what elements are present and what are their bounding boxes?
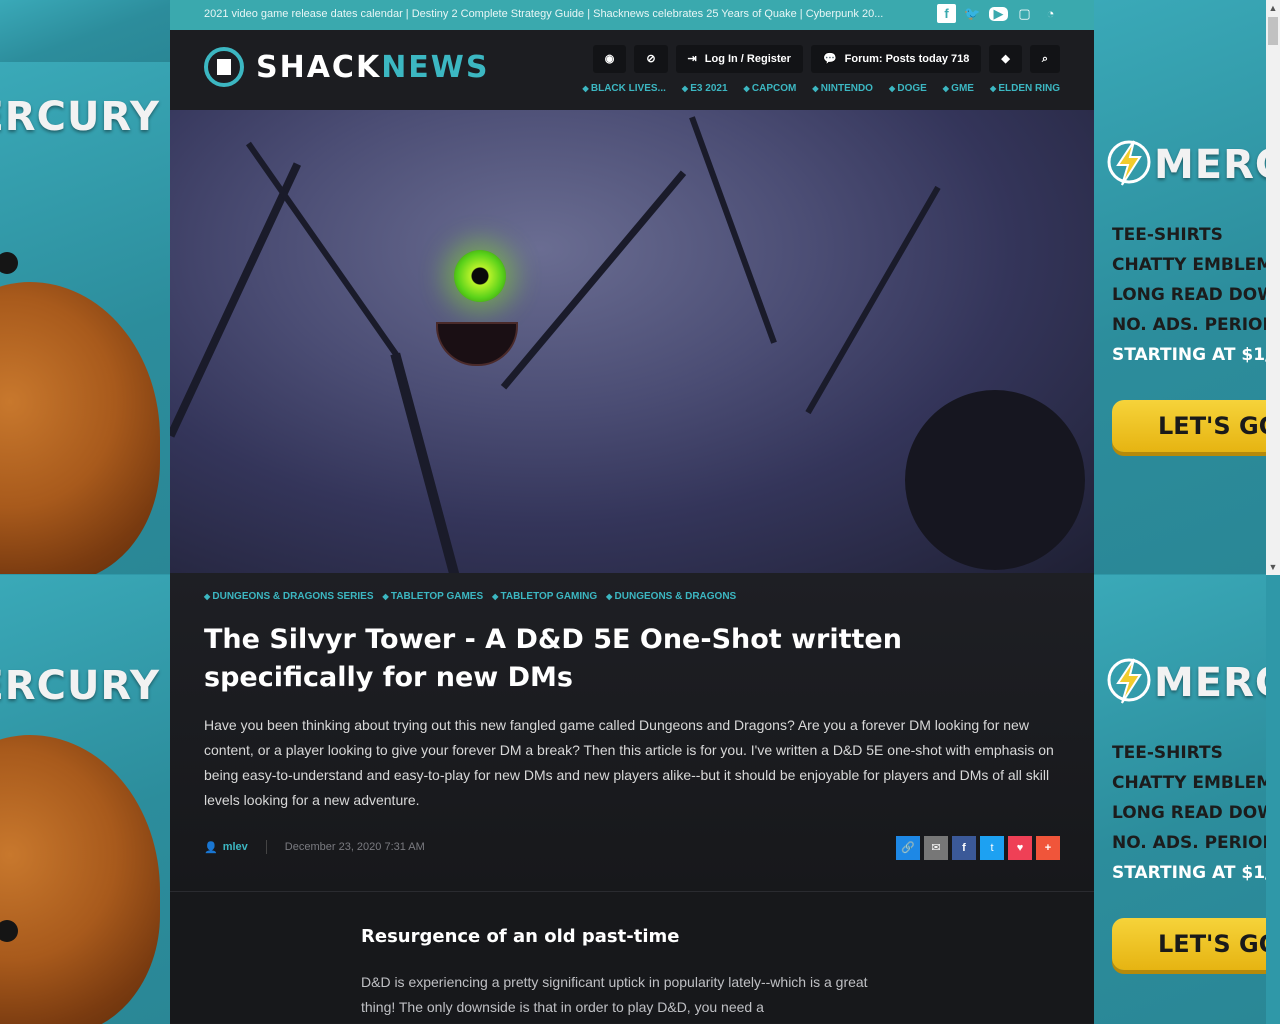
theme-toggle-button[interactable]: ⊘ <box>634 45 668 73</box>
eye-toggle-button[interactable]: ◉ <box>592 45 627 73</box>
site-header: SHACKNEWS ◉ ⊘ ⇥ Log In / Register 💬 Forum:… <box>170 30 1094 110</box>
silhouette <box>905 390 1085 570</box>
article-tags: DUNGEONS & DRAGONS SERIES TABLETOP GAMES… <box>204 591 736 602</box>
hot-topic-link[interactable]: CAPCOM <box>744 83 796 94</box>
search-button[interactable]: ⌕ <box>1029 45 1060 73</box>
scroll-down-arrow[interactable]: ▼ <box>1266 559 1280 575</box>
article-tag[interactable]: TABLETOP GAMING <box>492 591 598 602</box>
article-lead: Have you been thinking about trying out … <box>204 717 1054 808</box>
chat-icon: 💬 <box>822 53 837 65</box>
eye-icon: ◉ <box>604 53 615 65</box>
monster-eye <box>454 250 506 302</box>
left-ad-top-cap <box>0 0 170 62</box>
hero-image <box>170 110 1094 573</box>
ad-line: NO. ADS. PERIOD. <box>1112 315 1266 335</box>
divider <box>265 840 267 854</box>
hot-topic-link[interactable]: ELDEN RING <box>990 83 1060 94</box>
right-ad-top[interactable]: MERCURY TEE-SHIRTS CHATTY EMBLEM LONG RE… <box>1094 0 1266 574</box>
slash-bell-icon: ⊘ <box>646 53 656 65</box>
left-ad-bottom[interactable]: MERCURY <box>0 575 170 1024</box>
ad-line: LONG READ DOWN <box>1112 803 1266 823</box>
article-date: December 23, 2020 7:31 AM <box>284 841 425 853</box>
login-button[interactable]: ⇥ Log In / Register <box>675 45 803 73</box>
tree-branch <box>500 170 687 390</box>
email-icon[interactable]: ✉ <box>924 836 948 860</box>
twitter-share-icon[interactable]: t <box>980 836 1004 860</box>
dog-eye <box>0 252 18 274</box>
scrollbar[interactable]: ▲ ▼ <box>1266 0 1280 575</box>
ad-line: CHATTY EMBLEM <box>1112 255 1266 275</box>
tree-branch <box>689 116 777 344</box>
scroll-thumb[interactable] <box>1268 17 1278 45</box>
scroll-up-arrow[interactable]: ▲ <box>1266 0 1280 16</box>
facebook-share-icon[interactable]: f <box>952 836 976 860</box>
article-body: Resurgence of an old past-time D&D is ex… <box>170 892 1094 1023</box>
tree-branch <box>245 141 401 359</box>
share-buttons: 🔗 ✉ f t ♥ + <box>896 836 1060 860</box>
facebook-icon[interactable]: f <box>937 4 956 23</box>
lightning-bolt-icon <box>1107 140 1151 186</box>
login-icon: ⇥ <box>687 53 697 65</box>
ad-line: STARTING AT $1/ <box>1112 863 1266 883</box>
tree-branch <box>170 162 302 438</box>
body-paragraph: D&D is experiencing a pretty significant… <box>361 974 868 1015</box>
ad-cta-button[interactable]: LET'S GO <box>1112 918 1266 970</box>
main-column: 2021 video game release dates calendar |… <box>170 0 1094 1024</box>
lightning-bolt-icon <box>1107 658 1151 704</box>
ad-line: LONG READ DOWN <box>1112 285 1266 305</box>
site-logo[interactable]: SHACKNEWS <box>204 47 490 87</box>
left-ad-top[interactable]: MERCURY <box>0 62 170 574</box>
hot-topic-link[interactable]: DOGE <box>889 83 926 94</box>
twitch-icon[interactable]: ▢ <box>1015 4 1034 23</box>
ad-line: STARTING AT $1/ <box>1112 345 1266 365</box>
forum-button[interactable]: 💬 Forum: Posts today 718 <box>810 45 982 73</box>
logo-text: SHACKNEWS <box>256 49 490 85</box>
ad-feature-list: TEE-SHIRTS CHATTY EMBLEM LONG READ DOWN … <box>1112 220 1266 370</box>
ad-brand: MERCURY <box>1154 142 1266 188</box>
tree-branch <box>390 352 460 573</box>
ad-feature-list: TEE-SHIRTS CHATTY EMBLEM LONG READ DOWN … <box>1112 738 1266 888</box>
hot-topic-link[interactable]: NINTENDO <box>812 83 873 94</box>
right-ad-bottom[interactable]: MERCURY TEE-SHIRTS CHATTY EMBLEM LONG RE… <box>1094 575 1266 1024</box>
article-tag[interactable]: DUNGEONS & DRAGONS SERIES <box>204 591 373 602</box>
hot-topic-link[interactable]: E3 2021 <box>682 83 727 94</box>
ad-cta-button[interactable]: LET'S GO <box>1112 400 1266 452</box>
dog-image <box>0 735 160 1024</box>
hot-topics: BLACK LIVES... E3 2021 CAPCOM NINTENDO D… <box>583 83 1060 94</box>
ad-line: TEE-SHIRTS <box>1112 225 1223 245</box>
ad-brand: MERCURY <box>0 663 160 709</box>
ad-brand: MERCURY <box>1154 660 1266 706</box>
article-tag[interactable]: DUNGEONS & DRAGONS <box>606 591 737 602</box>
author-link[interactable]: mlev <box>223 841 248 853</box>
link-icon[interactable]: 🔗 <box>896 836 920 860</box>
ad-brand: MERCURY <box>0 94 160 140</box>
byline: 👤 mlev December 23, 2020 7:31 AM <box>204 840 425 854</box>
section-heading: Resurgence of an old past-time <box>361 926 680 947</box>
social-links: f 🐦 ▶ ▢ ◔ <box>937 4 1060 23</box>
ad-line: TEE-SHIRTS <box>1112 743 1223 763</box>
rss-icon[interactable]: ◔ <box>1041 4 1060 23</box>
search-icon: ⌕ <box>1041 53 1048 65</box>
twitter-icon[interactable]: 🐦 <box>963 4 982 23</box>
hot-topic-link[interactable]: BLACK LIVES... <box>583 83 666 94</box>
header-buttons: ◉ ⊘ ⇥ Log In / Register 💬 Forum: Posts tod… <box>592 45 1060 73</box>
tags-button[interactable]: ◆ <box>989 45 1022 73</box>
article-header: DUNGEONS & DRAGONS SERIES TABLETOP GAMES… <box>170 573 1094 892</box>
ad-line: CHATTY EMBLEM <box>1112 773 1266 793</box>
hot-topic-link[interactable]: GME <box>943 83 974 94</box>
monster-mouth <box>436 322 518 366</box>
tree-branch <box>805 185 941 415</box>
news-ticker[interactable]: 2021 video game release dates calendar |… <box>204 0 909 29</box>
more-share-icon[interactable]: + <box>1036 836 1060 860</box>
pocket-icon[interactable]: ♥ <box>1008 836 1032 860</box>
top-bar: 2021 video game release dates calendar |… <box>170 0 1094 30</box>
user-icon: 👤 <box>204 841 218 854</box>
dog-image <box>0 282 160 574</box>
youtube-icon[interactable]: ▶ <box>989 7 1008 21</box>
article-tag[interactable]: TABLETOP GAMES <box>383 591 483 602</box>
logo-icon <box>204 47 244 87</box>
tag-icon: ◆ <box>1001 53 1010 65</box>
article-title: The Silvyr Tower - A D&D 5E One-Shot wri… <box>204 624 902 693</box>
ad-line: NO. ADS. PERIOD. <box>1112 833 1266 853</box>
